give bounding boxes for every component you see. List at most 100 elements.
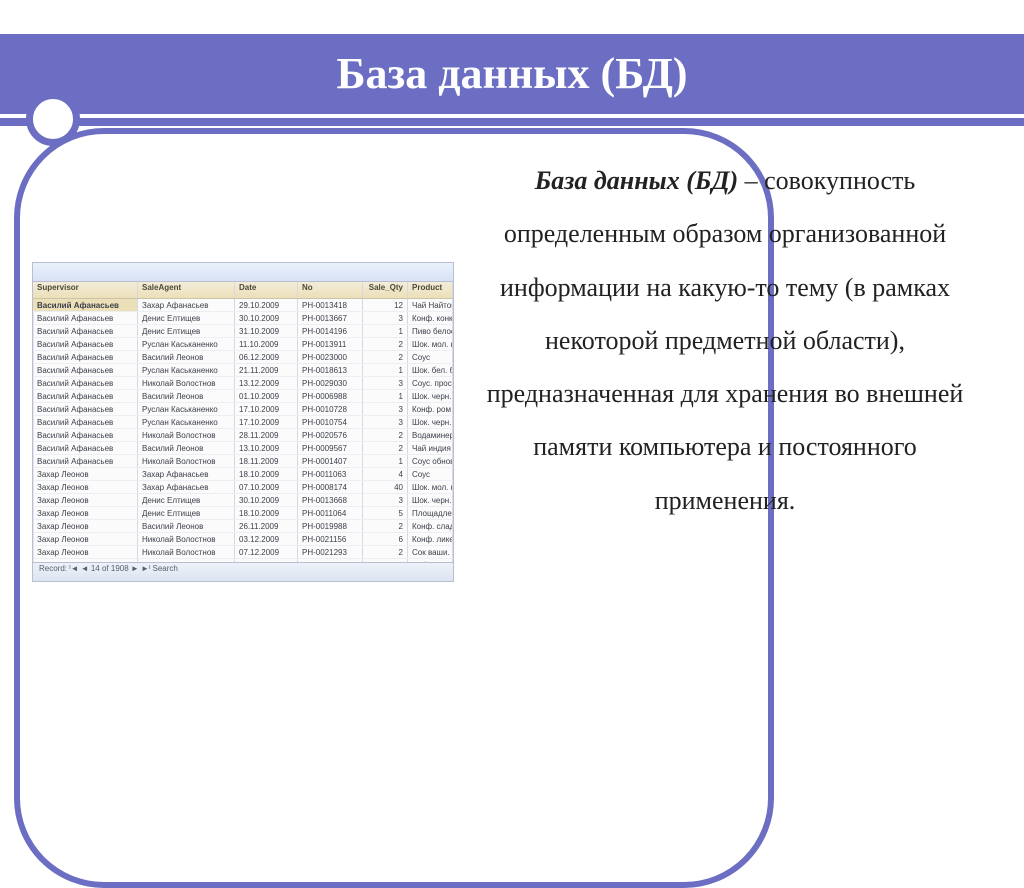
- table-cell: Соус обнов. 0,9: [408, 455, 453, 467]
- table-cell: Захар Афанасьев: [138, 468, 235, 480]
- table-cell: PH-0013418: [298, 299, 363, 311]
- table-cell: PH-0019988: [298, 520, 363, 532]
- table-cell: Водаминер. 1: [408, 429, 453, 441]
- table-cell: PH-0010728: [298, 403, 363, 415]
- table-cell: PH-0011063: [298, 468, 363, 480]
- table-cell: 03.12.2009: [235, 533, 298, 545]
- table-cell: Василий Леонов: [138, 351, 235, 363]
- table-cell: Шок. бел. бат: [408, 364, 453, 376]
- table-cell: Захар Афанасьев: [138, 481, 235, 493]
- spreadsheet-toolbar: [33, 263, 453, 282]
- table-cell: Чай Найтон, фантазия: [408, 299, 453, 311]
- table-row: Захар ЛеоновВасилий Леонов26.11.2009PH-0…: [33, 520, 453, 533]
- table-row: Василий АфанасьевНиколай Волостнов28.11.…: [33, 429, 453, 442]
- slide-title: База данных (БД): [0, 48, 1024, 99]
- table-row: Захар ЛеоновДенис Елтищев18.10.2009PH-00…: [33, 507, 453, 520]
- col-header: No: [298, 282, 363, 298]
- table-cell: PH-0014196: [298, 325, 363, 337]
- table-row: Василий АфанасьевРуслан Каськаненко11.10…: [33, 338, 453, 351]
- table-cell: 26.11.2009: [235, 520, 298, 532]
- table-cell: Николай Волостнов: [138, 455, 235, 467]
- table-cell: 2: [363, 429, 408, 441]
- table-row: Василий АфанасьевДенис Елтищев30.10.2009…: [33, 312, 453, 325]
- table-cell: 18.10.2009: [235, 507, 298, 519]
- table-cell: Площадлер.1: [408, 507, 453, 519]
- table-cell: Шок. мол. карам.: [408, 481, 453, 493]
- table-cell: 07.10.2009: [235, 481, 298, 493]
- table-cell: 1: [363, 325, 408, 337]
- table-cell: PH-0029030: [298, 377, 363, 389]
- col-header: SaleAgent: [138, 282, 235, 298]
- table-cell: 1: [363, 364, 408, 376]
- table-cell: 2: [363, 338, 408, 350]
- table-cell: 29.10.2009: [235, 299, 298, 311]
- table-cell: Руслан Каськаненко: [138, 364, 235, 376]
- table-cell: 30.10.2009: [235, 312, 298, 324]
- table-cell: Захар Леонов: [33, 507, 138, 519]
- table-cell: Захар Афанасьев: [138, 299, 235, 311]
- definition-term: База данных (БД): [535, 166, 738, 195]
- table-cell: PH-0013667: [298, 312, 363, 324]
- table-cell: Василий Афанасьев: [33, 403, 138, 415]
- table-row: Василий АфанасьевРуслан Каськаненко17.10…: [33, 416, 453, 429]
- spreadsheet-body: Василий АфанасьевЗахар Афанасьев29.10.20…: [33, 299, 453, 582]
- table-cell: Николай Волостнов: [138, 546, 235, 558]
- table-cell: Василий Афанасьев: [33, 299, 138, 311]
- table-row: Захар ЛеоновНиколай Волостнов03.12.2009P…: [33, 533, 453, 546]
- table-cell: 01.10.2009: [235, 390, 298, 402]
- table-cell: Василий Леонов: [138, 520, 235, 532]
- table-cell: 6: [363, 533, 408, 545]
- table-cell: Василий Афанасьев: [33, 351, 138, 363]
- table-cell: 13.12.2009: [235, 377, 298, 389]
- table-cell: Пиво белое Беларусь: [408, 325, 453, 337]
- table-cell: Василий Афанасьев: [33, 455, 138, 467]
- table-cell: Денис Елтищев: [138, 494, 235, 506]
- table-cell: Захар Леонов: [33, 546, 138, 558]
- table-cell: Денис Елтищев: [138, 325, 235, 337]
- table-cell: Сок ваши. 1л: [408, 546, 453, 558]
- table-cell: Василий Леонов: [138, 442, 235, 454]
- table-cell: PH-0013668: [298, 494, 363, 506]
- table-cell: Чай индия 24: [408, 442, 453, 454]
- table-cell: Николай Волостнов: [138, 533, 235, 545]
- table-cell: PH-0001407: [298, 455, 363, 467]
- table-cell: PH-0023000: [298, 351, 363, 363]
- table-cell: 12: [363, 299, 408, 311]
- spreadsheet-preview: Supervisor SaleAgent Date No Sale_Qty Pr…: [32, 262, 454, 582]
- title-accent-stripe: [0, 114, 1024, 118]
- table-row: Василий АфанасьевРуслан Каськаненко17.10…: [33, 403, 453, 416]
- table-cell: 3: [363, 403, 408, 415]
- col-header: Date: [235, 282, 298, 298]
- table-cell: 40: [363, 481, 408, 493]
- table-cell: PH-0009567: [298, 442, 363, 454]
- table-cell: Денис Елтищев: [138, 312, 235, 324]
- table-row: Василий АфанасьевЗахар Афанасьев29.10.20…: [33, 299, 453, 312]
- table-row: Василий АфанасьевНиколай Волостнов18.11.…: [33, 455, 453, 468]
- table-cell: PH-0013911: [298, 338, 363, 350]
- table-cell: 2: [363, 520, 408, 532]
- table-cell: 18.10.2009: [235, 468, 298, 480]
- col-header: Product: [408, 282, 453, 298]
- table-cell: 21.11.2009: [235, 364, 298, 376]
- table-cell: 5: [363, 507, 408, 519]
- table-cell: Денис Елтищев: [138, 507, 235, 519]
- table-cell: PH-0021293: [298, 546, 363, 558]
- table-cell: 3: [363, 416, 408, 428]
- table-cell: Шок. черн. бат: [408, 390, 453, 402]
- table-cell: PH-0006988: [298, 390, 363, 402]
- table-cell: Василий Афанасьев: [33, 338, 138, 350]
- table-cell: Захар Леонов: [33, 468, 138, 480]
- definition-rest: – совокупность определенным образом орга…: [487, 166, 964, 515]
- table-row: Василий АфанасьевВасилий Леонов06.12.200…: [33, 351, 453, 364]
- table-cell: 30.10.2009: [235, 494, 298, 506]
- table-cell: Василий Афанасьев: [33, 364, 138, 376]
- table-cell: 28.11.2009: [235, 429, 298, 441]
- table-cell: 1: [363, 390, 408, 402]
- table-cell: 31.10.2009: [235, 325, 298, 337]
- table-cell: 3: [363, 377, 408, 389]
- table-cell: Василий Афанасьев: [33, 325, 138, 337]
- table-row: Василий АфанасьевНиколай Волостнов13.12.…: [33, 377, 453, 390]
- table-cell: 3: [363, 494, 408, 506]
- table-cell: Соус: [408, 468, 453, 480]
- table-cell: 3: [363, 312, 408, 324]
